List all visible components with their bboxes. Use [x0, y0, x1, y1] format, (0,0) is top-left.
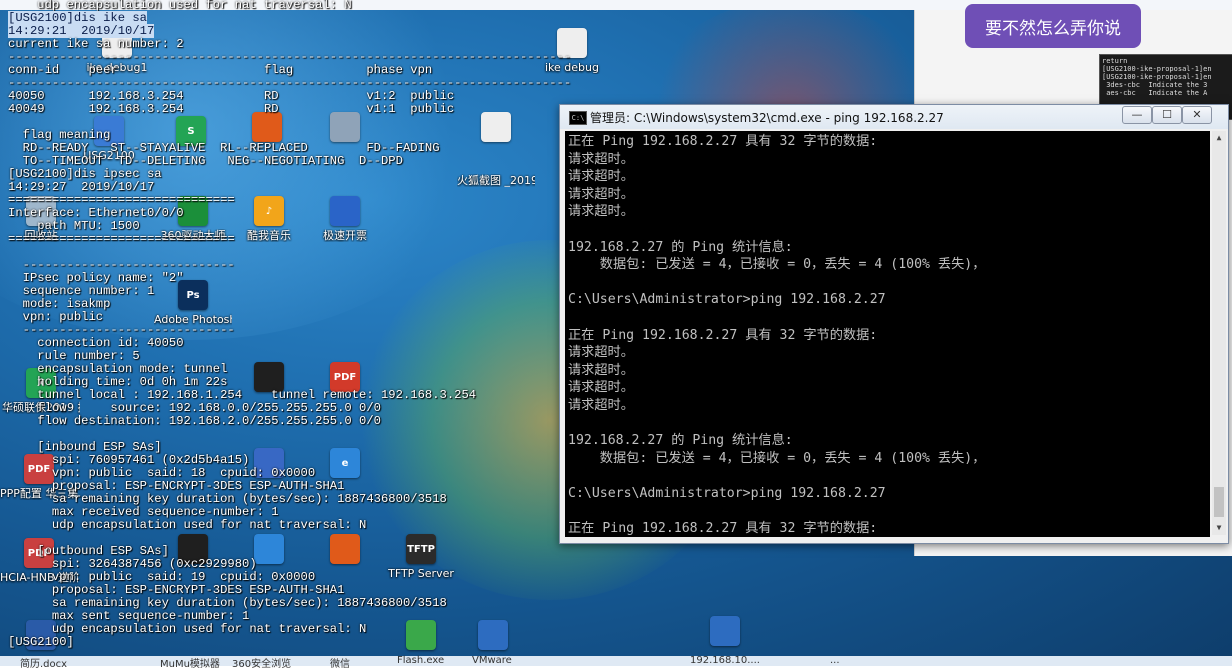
console-line: C:\Users\Administrator>ping 192.168.2.27	[568, 292, 886, 308]
maximize-button[interactable]: ☐	[1152, 106, 1182, 124]
console-line: 192.168.2.27 的 Ping 统计信息:	[568, 239, 793, 255]
console-line: C:\Users\Administrator>ping 192.168.2.27	[568, 485, 886, 501]
taskbar-item[interactable]: 360安全浏览	[232, 655, 291, 670]
desktop-icon-network-share[interactable]	[686, 616, 764, 646]
scrollbar-thumb[interactable]	[1214, 487, 1224, 517]
taskbar-item[interactable]: 192.168.10....	[690, 655, 760, 666]
cmd-console-output[interactable]: 正在 Ping 192.168.2.27 具有 32 字节的数据: 请求超时。 请求…	[565, 131, 1210, 537]
console-line: 请求超时。	[568, 151, 634, 167]
terminal-output: udp encapsulation used for nat traversal…	[8, 0, 571, 649]
window-title: 管理员: C:\Windows\system32\cmd.exe - ping …	[590, 111, 944, 125]
console-line: 请求超时。	[568, 345, 634, 361]
cmd-window[interactable]: C:\ 管理员: C:\Windows\system32\cmd.exe - p…	[559, 104, 1229, 544]
console-line: 正在 Ping 192.168.2.27 具有 32 字节的数据:	[568, 134, 878, 149]
terminal-line: flow destination: 192.168.2.0/255.255.25…	[8, 414, 381, 428]
terminal-line: [USG2100]	[8, 635, 74, 649]
taskbar-item[interactable]: MuMu模拟器	[160, 655, 220, 670]
console-line: 请求超时。	[568, 380, 634, 396]
terminal-line: ===============================	[8, 232, 235, 246]
taskbar-item[interactable]: 简历.docx	[20, 655, 67, 670]
console-line: 正在 Ping 192.168.2.27 具有 32 字节的数据:	[568, 521, 878, 537]
chat-message-bubble: 要不然怎么弄你说	[965, 4, 1141, 48]
terminal-line: udp encapsulation used for nat traversal…	[8, 518, 367, 532]
console-line: 请求超时。	[568, 397, 634, 413]
console-line: 请求超时。	[568, 362, 634, 378]
vertical-scrollbar[interactable]: ▲ ▼	[1212, 131, 1226, 535]
selected-text: 14:29:21 2019/10/17	[8, 24, 155, 38]
taskbar-item[interactable]: VMware	[472, 655, 512, 666]
cmd-icon: C:\	[569, 111, 587, 125]
console-line: 正在 Ping 192.168.2.27 具有 32 字节的数据:	[568, 327, 878, 343]
console-line: 请求超时。	[568, 169, 634, 185]
console-line: 请求超时。	[568, 186, 634, 202]
taskbar: 简历.docx MuMu模拟器 360安全浏览 微信 Flash.exe VMw…	[0, 655, 1232, 670]
taskbar-item[interactable]: 微信	[330, 655, 350, 670]
taskbar-item[interactable]: ...	[830, 655, 840, 666]
window-titlebar[interactable]: C:\ 管理员: C:\Windows\system32\cmd.exe - p…	[560, 105, 1228, 129]
scroll-up-arrow-icon[interactable]: ▲	[1212, 131, 1226, 145]
network-drive-icon	[710, 616, 740, 646]
selected-text: [USG2100]dis ike sa	[8, 11, 147, 25]
terminal-line: udp encapsulation used for nat traversal…	[8, 622, 367, 636]
close-button[interactable]: ✕	[1182, 106, 1212, 124]
console-line: 数据包: 已发送 = 4，已接收 = 0，丢失 = 4 (100% 丢失)，	[568, 450, 986, 466]
console-line: 数据包: 已发送 = 4，已接收 = 0，丢失 = 4 (100% 丢失)，	[568, 257, 986, 273]
console-line: 192.168.2.27 的 Ping 统计信息:	[568, 433, 793, 449]
taskbar-item[interactable]: Flash.exe	[397, 655, 444, 666]
minimize-button[interactable]: —	[1122, 106, 1152, 124]
console-line: 请求超时。	[568, 204, 634, 220]
terminal-line: 40049 192.168.3.254 RD v1:1 public	[8, 102, 455, 116]
scroll-down-arrow-icon[interactable]: ▼	[1212, 521, 1226, 535]
